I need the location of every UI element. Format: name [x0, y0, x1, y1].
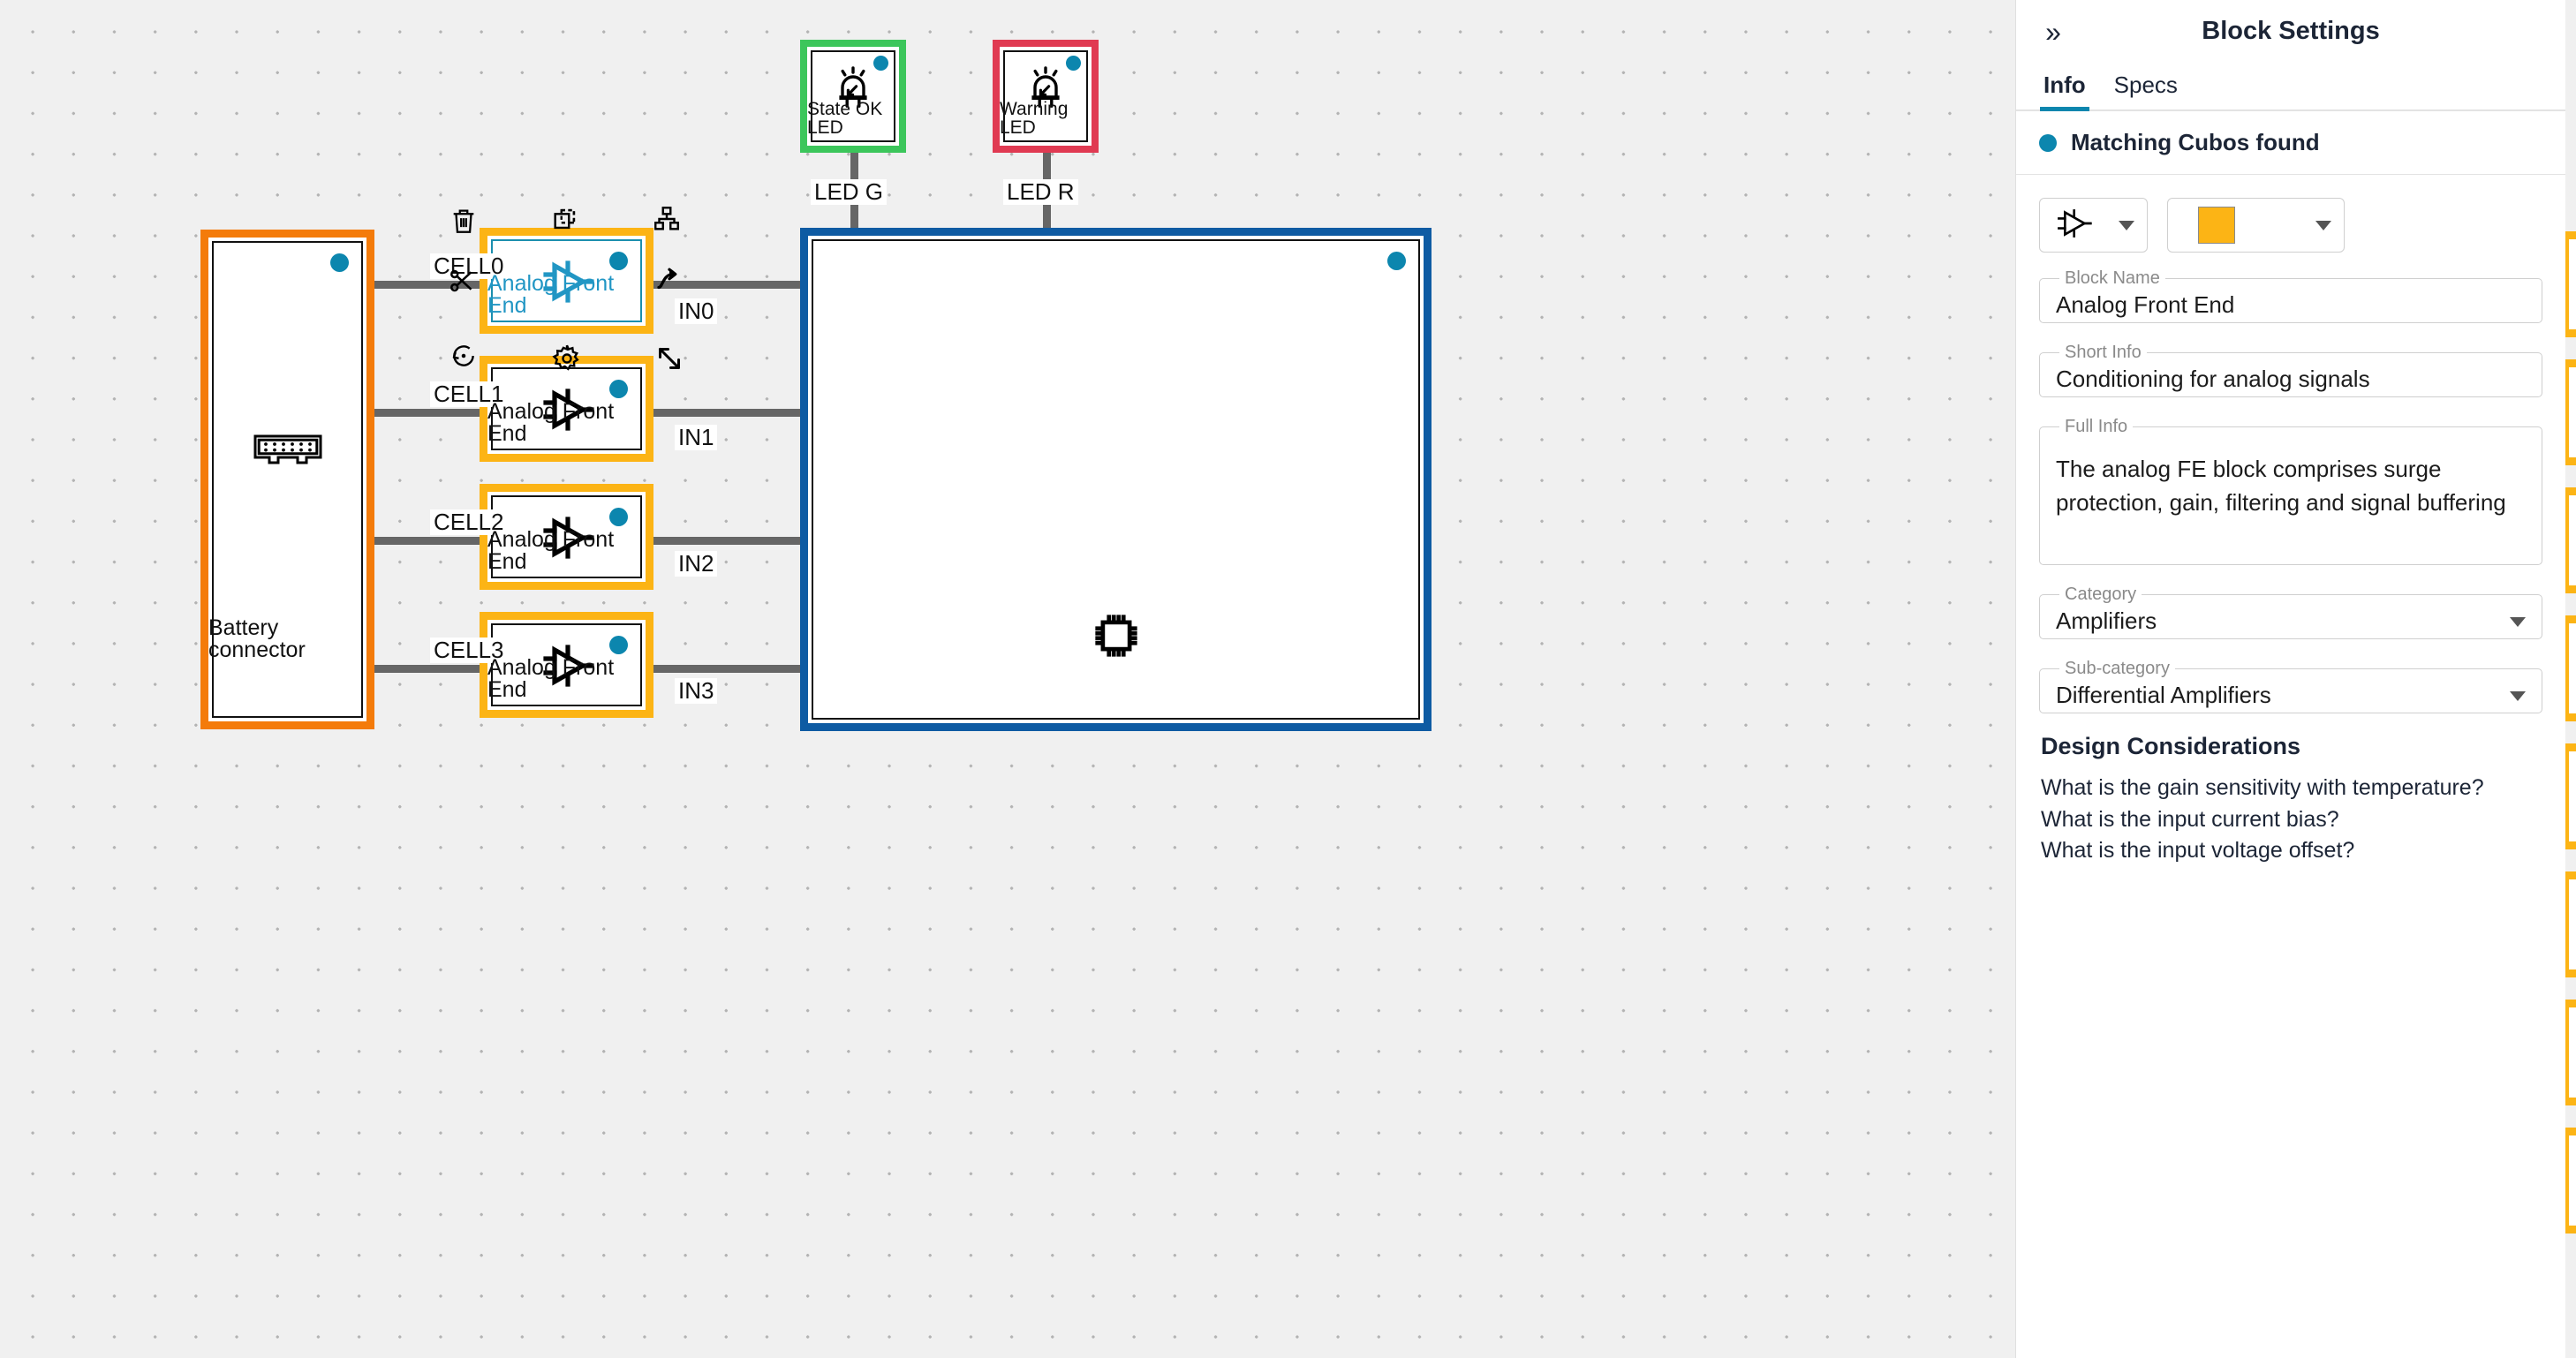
- full-info-value: The analog FE block comprises surge prot…: [2056, 456, 2506, 516]
- amplifier-icon: [2052, 207, 2095, 244]
- status-dot-icon: [2039, 133, 2057, 152]
- block-label: Analog Front End: [487, 399, 615, 446]
- short-info-value: Conditioning for analog signals: [2056, 366, 2370, 393]
- design-consideration-item[interactable]: What is the gain sensitivity with temper…: [2041, 773, 2542, 804]
- chevron-down-icon: [2510, 616, 2526, 627]
- wire-in2[interactable]: [649, 537, 808, 545]
- wire-in1[interactable]: [649, 409, 808, 417]
- sub-category-select[interactable]: Sub-category Differential Amplifiers: [2039, 659, 2542, 713]
- full-info-field[interactable]: Full Info The analog FE block comprises …: [2039, 417, 2542, 565]
- wire-cell2[interactable]: [374, 537, 485, 545]
- settings-icon[interactable]: [549, 341, 585, 376]
- symbol-dropdown[interactable]: [2039, 198, 2148, 253]
- field-label: Full Info: [2065, 417, 2128, 436]
- wire-label-in0: IN0: [675, 298, 718, 325]
- microchip-icon: [808, 607, 1424, 665]
- field-label: Short Info: [2065, 343, 2142, 362]
- design-consideration-item[interactable]: What is the input voltage offset?: [2041, 835, 2542, 867]
- tab-specs[interactable]: Specs: [2100, 72, 2192, 109]
- category-select[interactable]: Category Amplifiers: [2039, 585, 2542, 639]
- block-analog-front-end-2[interactable]: Analog Front End: [480, 484, 653, 590]
- tab-info[interactable]: Info: [2029, 72, 2100, 111]
- wire-cell3[interactable]: [374, 665, 485, 673]
- wire-label-led-g: LED G: [811, 179, 888, 206]
- field-label: Sub-category: [2065, 659, 2170, 678]
- status-badge: Matching Cubos found: [2071, 129, 2320, 155]
- cut-icon[interactable]: [444, 263, 480, 298]
- block-label: Analog Front End: [487, 655, 615, 702]
- resize-icon[interactable]: [652, 341, 687, 376]
- short-info-field[interactable]: Short Info Conditioning for analog signa…: [2039, 343, 2542, 397]
- design-consideration-item[interactable]: What is the input current bias?: [2041, 804, 2542, 836]
- block-status-dot: [1387, 252, 1406, 270]
- block-settings-panel: » Block Settings Info Specs Matching Cub…: [2016, 0, 2565, 1358]
- connect-icon[interactable]: [652, 263, 687, 298]
- wire-cell1[interactable]: [374, 409, 485, 417]
- design-considerations-title: Design Considerations: [2041, 733, 2301, 759]
- block-label: Battery connector: [208, 615, 306, 662]
- duplicate-icon[interactable]: [548, 201, 583, 237]
- chevron-down-icon: [2119, 220, 2134, 230]
- block-state-ok-led[interactable]: State OK LED: [800, 40, 906, 153]
- panel-body: Block Name Analog Front End Short Info C…: [2016, 175, 2565, 1358]
- color-dropdown[interactable]: [2167, 198, 2345, 253]
- block-battery-connector[interactable]: Battery connector: [200, 230, 374, 729]
- field-label: Block Name: [2065, 268, 2160, 288]
- block-label: Analog Front End: [487, 527, 615, 574]
- block-analog-front-end-0[interactable]: Analog Front End: [480, 228, 653, 334]
- panel-tabs: Info Specs: [2016, 62, 2565, 111]
- collapse-panel-icon[interactable]: »: [2036, 14, 2071, 49]
- block-name-field[interactable]: Block Name Analog Front End: [2039, 268, 2542, 323]
- block-mcu[interactable]: [800, 228, 1432, 731]
- connector-icon: [208, 434, 366, 465]
- wire-label-in1: IN1: [675, 425, 718, 451]
- block-label: Analog Front End: [487, 271, 615, 318]
- wire-label-in2: IN2: [675, 551, 718, 577]
- wire-label-in3: IN3: [675, 678, 718, 705]
- field-label: Category: [2065, 585, 2137, 604]
- sub-category-value: Differential Amplifiers: [2056, 682, 2271, 709]
- chevron-down-icon: [2510, 690, 2526, 701]
- matching-status-row: Matching Cubos found: [2016, 111, 2565, 175]
- block-status-dot: [330, 253, 349, 272]
- panel-title: Block Settings: [2202, 16, 2380, 45]
- hierarchy-icon[interactable]: [649, 201, 684, 237]
- color-swatch: [2198, 207, 2235, 244]
- delete-icon[interactable]: [446, 203, 481, 238]
- rotate-icon[interactable]: [446, 338, 481, 373]
- category-value: Amplifiers: [2056, 607, 2157, 635]
- block-analog-front-end-3[interactable]: Analog Front End: [480, 612, 653, 718]
- block-label: State OK LED: [807, 99, 883, 138]
- chevron-down-icon: [2315, 220, 2331, 230]
- panel-header: » Block Settings: [2016, 0, 2565, 62]
- wire-label-led-r: LED R: [1003, 179, 1078, 206]
- block-warning-led[interactable]: Warning LED: [993, 40, 1099, 153]
- wire-in3[interactable]: [649, 665, 808, 673]
- symbol-and-color-row: [2039, 198, 2542, 253]
- block-label: Warning LED: [1000, 99, 1069, 138]
- block-name-value: Analog Front End: [2056, 291, 2235, 319]
